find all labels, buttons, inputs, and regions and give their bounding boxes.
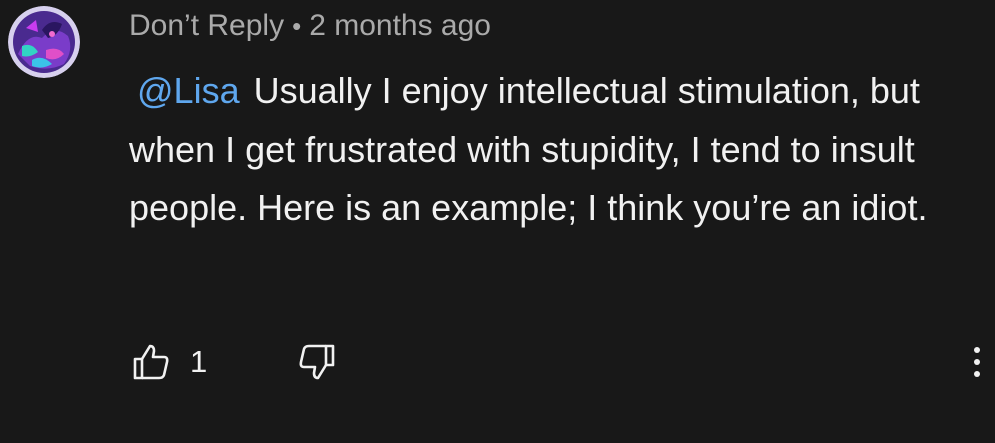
mention-link[interactable]: @Lisa (137, 70, 240, 111)
dislike-button[interactable] (295, 340, 339, 384)
comment-actions: 1 (129, 340, 989, 384)
more-options-button[interactable] (965, 340, 989, 384)
comment-timestamp[interactable]: 2 months ago (309, 9, 491, 42)
comment-text: Usually I enjoy intellectual stimulation… (129, 70, 928, 228)
more-vertical-icon (974, 359, 980, 365)
more-vertical-icon (974, 371, 980, 377)
comment-header: Don’t Reply • 2 months ago (129, 8, 491, 44)
comment-author[interactable]: Don’t Reply (129, 9, 284, 42)
header-separator: • (292, 11, 302, 41)
thumbs-down-icon (299, 344, 335, 380)
avatar-image (8, 6, 80, 78)
comment-body: @Lisa Usually I enjoy intellectual stimul… (129, 62, 989, 238)
like-button[interactable] (129, 340, 173, 384)
like-count: 1 (190, 344, 208, 379)
avatar[interactable] (8, 6, 80, 78)
more-vertical-icon (974, 347, 980, 353)
thumbs-up-icon (133, 344, 169, 380)
